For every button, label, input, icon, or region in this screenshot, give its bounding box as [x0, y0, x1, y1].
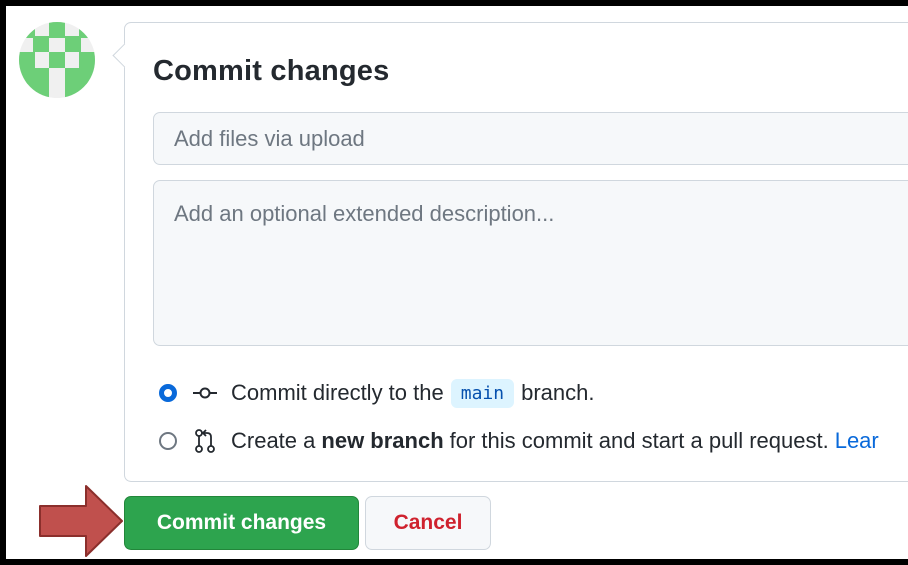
avatar[interactable]	[19, 22, 95, 98]
new-branch-label-bold: new branch	[321, 428, 444, 453]
new-branch-label-suffix: for this commit and start a pull request…	[449, 428, 829, 453]
commit-form-title: Commit changes	[153, 55, 390, 87]
git-pull-request-icon	[191, 429, 219, 453]
new-branch-radio[interactable]	[159, 432, 177, 450]
commit-changes-button[interactable]: Commit changes	[124, 496, 359, 550]
git-commit-icon	[191, 381, 219, 405]
learn-more-link[interactable]: Lear	[835, 428, 879, 454]
branch-name-badge: main	[450, 378, 515, 408]
commit-directly-option[interactable]: Commit directly to the main branch.	[159, 375, 594, 411]
commit-summary-input[interactable]	[153, 112, 908, 165]
commit-directly-label-prefix: Commit directly to the	[231, 380, 444, 405]
cancel-button[interactable]: Cancel	[365, 496, 491, 550]
new-branch-option[interactable]: Create a new branch for this commit and …	[159, 423, 879, 459]
identicon-avatar-icon	[19, 22, 95, 98]
commit-description-textarea[interactable]	[153, 180, 908, 346]
commit-form-panel: Commit changes Commit directly to the ma…	[112, 22, 908, 482]
panel-pointer	[112, 43, 137, 68]
right-arrow-annotation-icon	[39, 485, 123, 557]
commit-directly-radio[interactable]	[159, 384, 177, 402]
new-branch-label-prefix: Create a	[231, 428, 316, 453]
commit-directly-label-suffix: branch.	[521, 380, 595, 405]
